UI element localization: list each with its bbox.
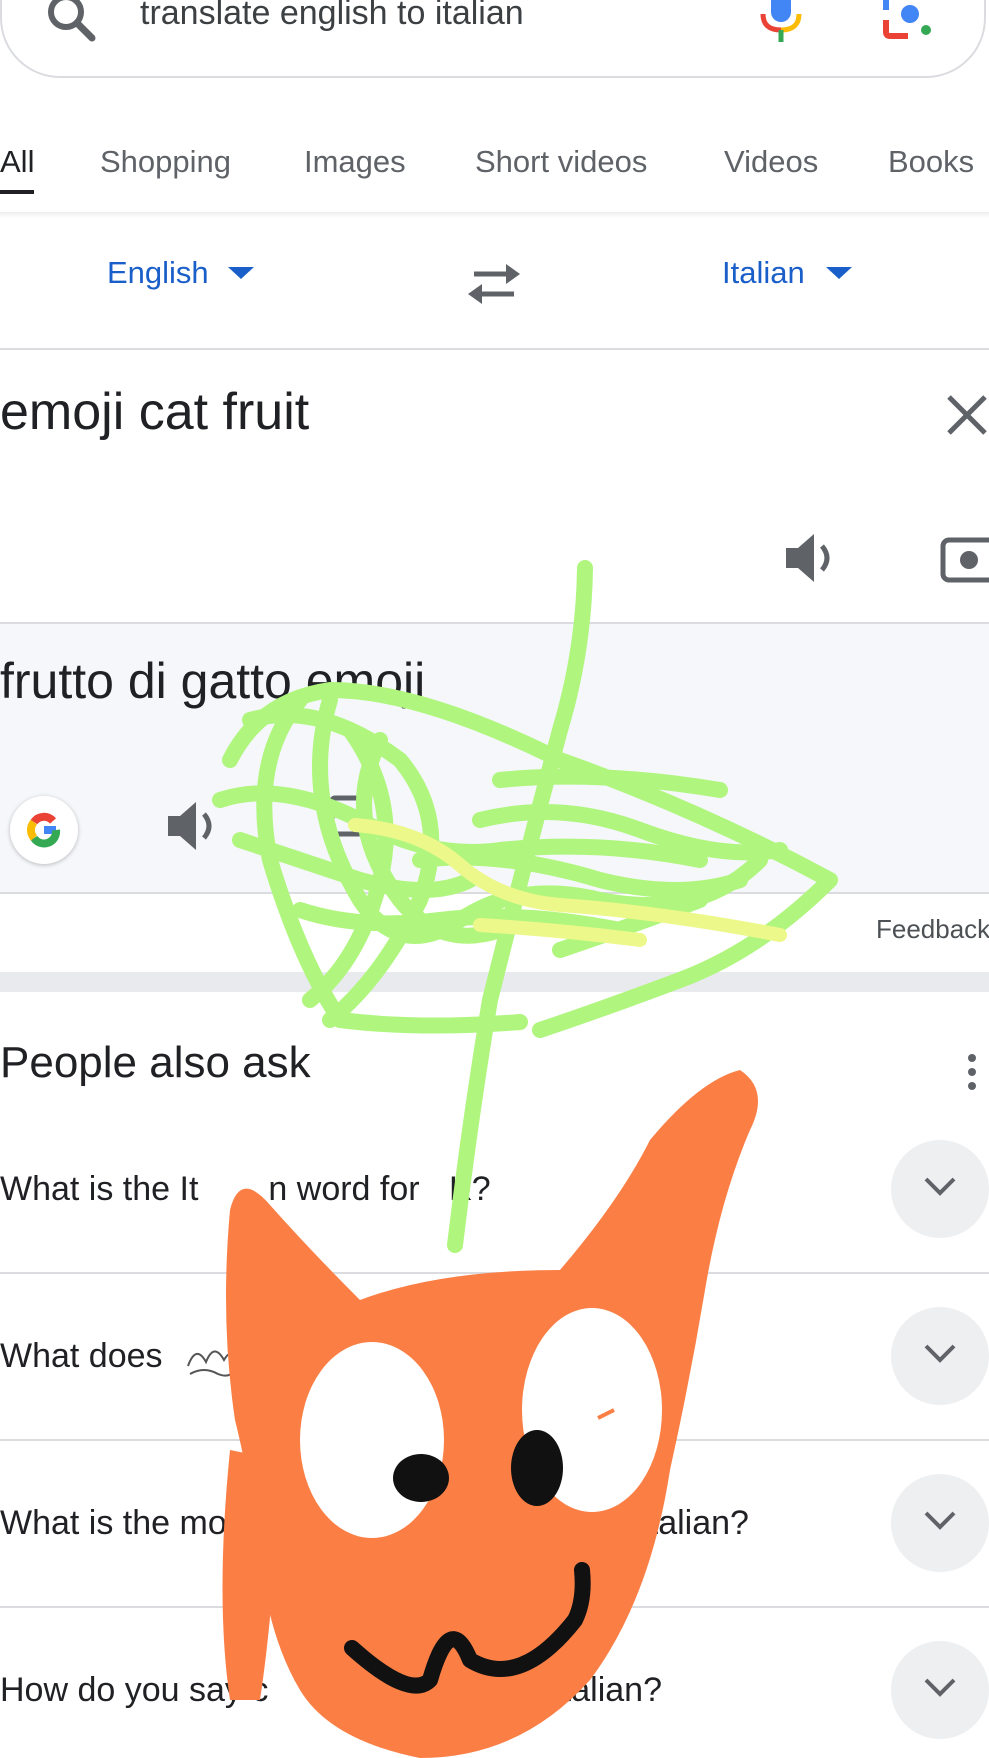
search-input[interactable]: translate english to italian: [140, 0, 524, 33]
expand-button[interactable]: [891, 1474, 989, 1572]
question-fragment: What does: [0, 1337, 163, 1375]
divider: [0, 1272, 989, 1274]
question-fragment: How do you say c: [0, 1671, 269, 1709]
tab-short-videos[interactable]: Short videos: [475, 144, 647, 180]
chevron-down-icon: [924, 1511, 956, 1530]
divider: [0, 892, 989, 894]
feedback-link[interactable]: Feedback: [876, 914, 989, 945]
chevron-down-icon: [924, 1678, 956, 1697]
active-tab-indicator: [0, 190, 34, 194]
google-logo[interactable]: [10, 796, 78, 864]
chevron-down-icon: [924, 1344, 956, 1363]
close-icon[interactable]: [946, 394, 988, 441]
tabs-divider: [0, 212, 989, 218]
calligraphy-glyph: [184, 1336, 238, 1387]
question-fragment: n word for: [268, 1170, 430, 1208]
copy-icon[interactable]: [326, 794, 370, 849]
expand-button[interactable]: [891, 1307, 989, 1405]
chevron-down-icon[interactable]: [228, 267, 254, 279]
tab-all[interactable]: All: [0, 144, 34, 180]
question-fragment: K?: [449, 1170, 491, 1208]
divider: [0, 1606, 989, 1608]
chevron-down-icon: [924, 1177, 956, 1196]
mic-icon[interactable]: [758, 0, 804, 49]
translation-result-text: frutto di gatto emoji: [0, 653, 426, 709]
target-language-select[interactable]: Italian: [722, 255, 805, 291]
tab-images[interactable]: Images: [304, 144, 406, 180]
question-fragment: Italian?: [552, 1671, 662, 1709]
lens-icon[interactable]: [882, 0, 938, 47]
chevron-down-icon[interactable]: [826, 267, 852, 279]
expand-button[interactable]: [891, 1641, 989, 1739]
camera-icon[interactable]: [940, 532, 989, 591]
paa-question-4[interactable]: How do you say c Italian?: [0, 1671, 662, 1710]
question-fragment: What is the It: [0, 1170, 199, 1208]
tab-videos[interactable]: Videos: [724, 144, 818, 180]
expand-button[interactable]: [891, 1140, 989, 1238]
speaker-icon[interactable]: [784, 530, 844, 591]
divider: [0, 1439, 989, 1441]
paa-question-1[interactable]: What is the It n word for K?: [0, 1170, 491, 1209]
paa-question-3[interactable]: What is the mo talian?: [0, 1504, 749, 1543]
more-vert-icon[interactable]: [966, 1054, 978, 1095]
swap-icon[interactable]: [466, 262, 522, 311]
divider: [0, 348, 989, 350]
source-text-input[interactable]: emoji cat fruit: [0, 382, 309, 442]
paa-question-2[interactable]: What does: [0, 1337, 163, 1376]
tab-shopping[interactable]: Shopping: [100, 144, 231, 180]
search-icon[interactable]: [44, 0, 100, 55]
people-also-ask-title: People also ask: [0, 1038, 311, 1087]
question-fragment: talian?: [648, 1504, 749, 1542]
source-language-select[interactable]: English: [107, 255, 209, 291]
tab-books[interactable]: Books: [888, 144, 974, 180]
question-fragment: What is the mo: [0, 1504, 227, 1542]
speaker-icon[interactable]: [166, 798, 226, 859]
section-divider: [0, 972, 989, 992]
